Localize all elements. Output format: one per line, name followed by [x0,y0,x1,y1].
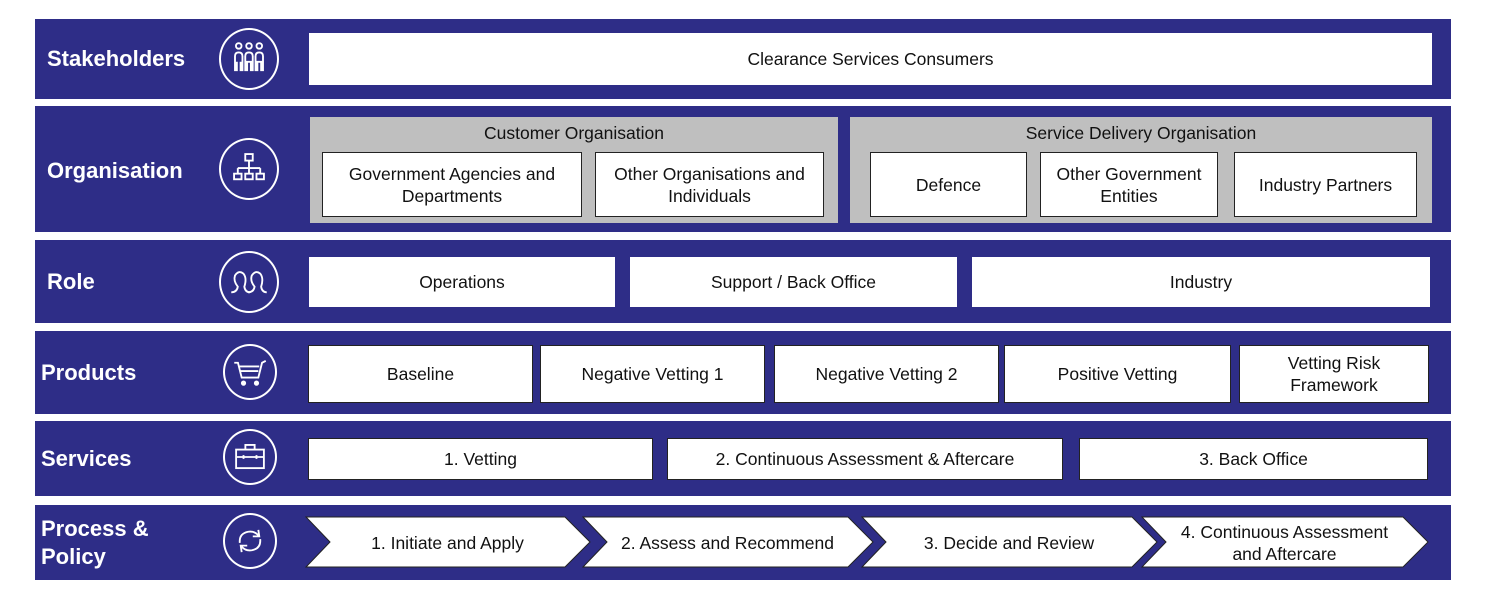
service-box-back-office: 3. Back Office [1079,438,1428,480]
band-label-stakeholders: Stakeholders [47,46,186,71]
band-label-organisation: Organisation [47,158,183,183]
service-box-vetting: 1. Vetting [308,438,653,480]
band-label-services: Services [41,446,132,471]
people-group-icon [219,28,279,90]
process-step-4: 4. Continuous Assessment and Aftercare [1180,521,1389,564]
band-role: Role Operations Support / Back Office In… [35,240,1451,323]
org-box-defence: Defence [870,152,1027,217]
org-box-industry-partners: Industry Partners [1234,152,1417,217]
roles-icon [219,251,279,313]
role-box-support-back-office: Support / Back Office [630,257,957,307]
briefcase-icon [223,429,277,485]
shopping-cart-icon [223,344,277,400]
product-box-baseline: Baseline [308,345,533,403]
product-box-positive-vetting: Positive Vetting [1004,345,1231,403]
product-box-vetting-risk-framework: Vetting Risk Framework [1239,345,1429,403]
org-box-other-government: Other Government Entities [1040,152,1218,217]
product-box-negative-vetting-1: Negative Vetting 1 [540,345,765,403]
service-box-continuous-assessment: 2. Continuous Assessment & Aftercare [667,438,1063,480]
process-step-2: 2. Assess and Recommend [620,532,835,553]
product-box-negative-vetting-2: Negative Vetting 2 [774,345,999,403]
stakeholder-box: Clearance Services Consumers [309,33,1432,85]
org-box-government-agencies: Government Agencies and Departments [322,152,582,217]
band-stakeholders: Stakeholders Clearance Services Consumer… [35,19,1451,99]
org-chart-icon [219,138,279,200]
group-title-customer: Customer Organisation [484,123,664,143]
group-customer-organisation: Customer Organisation Government Agencie… [310,117,838,223]
group-title-service-delivery: Service Delivery Organisation [1025,123,1257,143]
process-step-1: 1. Initiate and Apply [371,532,524,553]
band-services: Services 1. Vetting 2. Continuous Assess… [35,421,1451,496]
org-box-other-organisations: Other Organisations and Individuals [595,152,824,217]
band-label-role: Role [47,269,95,294]
band-organisation: Organisation Customer Organisation Gover… [35,106,1451,232]
band-products: Products Baseline Negative Vetting 1 Neg… [35,331,1451,414]
role-box-industry: Industry [972,257,1430,307]
role-box-operations: Operations [309,257,615,307]
band-label-products: Products [41,360,137,385]
group-service-delivery-organisation: Service Delivery Organisation Defence Ot… [850,117,1432,223]
band-process-policy: Process & Policy 1. Initiate and Apply 2… [35,505,1451,580]
process-step-3: 3. Decide and Review [923,532,1095,553]
